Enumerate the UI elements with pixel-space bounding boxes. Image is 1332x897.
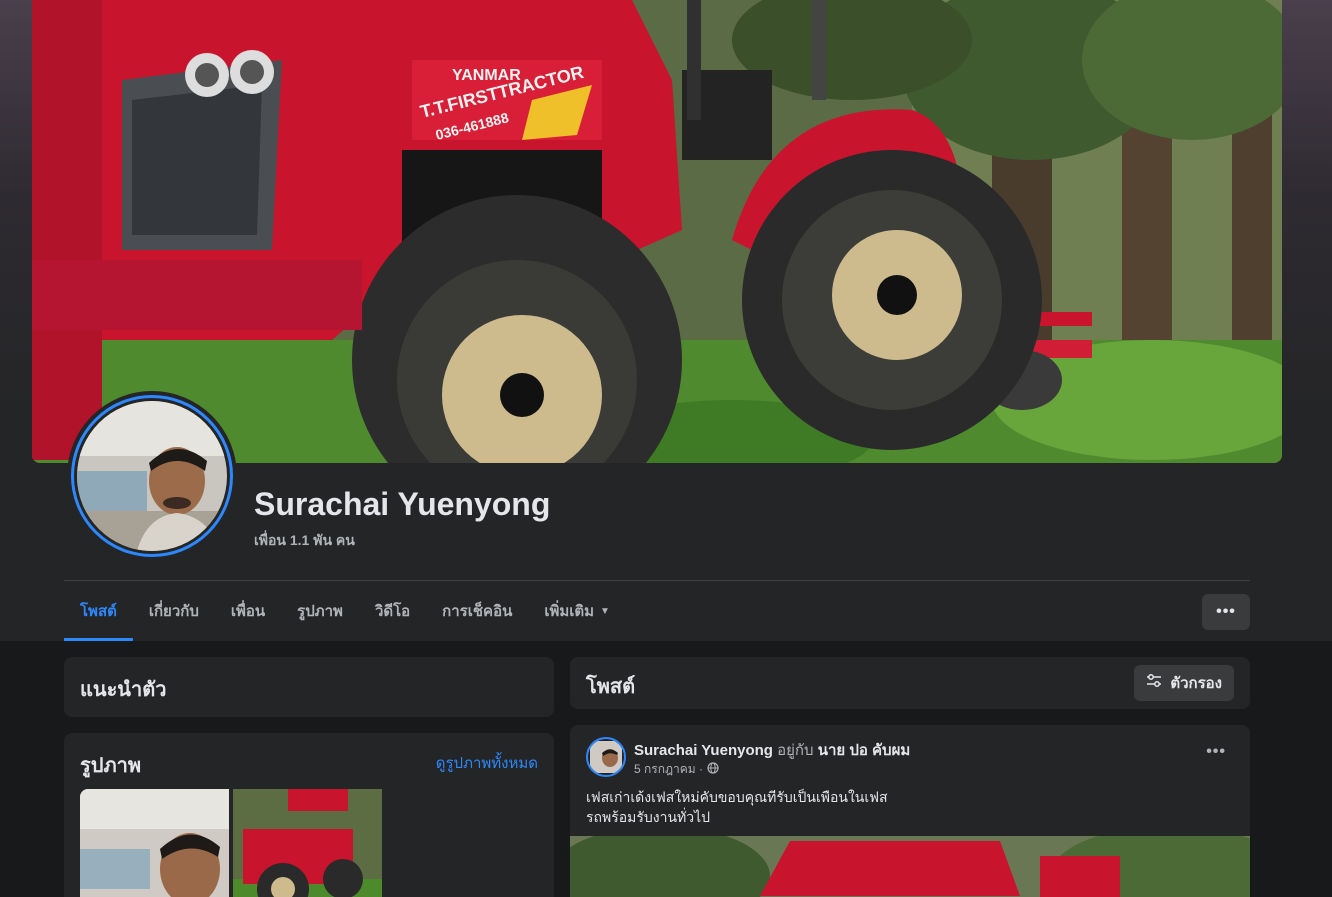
- posts-header-card: โพสต์ ตัวกรอง: [570, 657, 1250, 709]
- post-tagged-name[interactable]: นาย ปอ คับผม: [818, 742, 911, 759]
- friends-count-link[interactable]: เพื่อน 1.1 พัน คน: [254, 530, 355, 552]
- globe-icon: [707, 762, 719, 777]
- intro-title: แนะนำตัว: [80, 679, 167, 701]
- filter-label: ตัวกรอง: [1170, 675, 1222, 692]
- tab-posts-label: โพสต์: [80, 603, 117, 620]
- intro-card: แนะนำตัว: [64, 657, 554, 717]
- tab-friends-label: เพื่อน: [230, 603, 266, 620]
- post-with-text: อยู่กับ: [777, 742, 814, 759]
- tab-videos-label: วิดีโอ: [374, 603, 411, 620]
- post-author-name[interactable]: Surachai Yuenyong: [634, 742, 773, 759]
- post-date-text: 5 กรกฎาคม ·: [634, 762, 704, 776]
- photo-thumbnail[interactable]: [80, 789, 229, 897]
- profile-picture-image: [77, 401, 227, 551]
- post-card: Surachai Yuenyong อยู่กับ นาย ปอ คับผม 5…: [570, 725, 1250, 897]
- profile-name: Surachai Yuenyong: [254, 486, 551, 522]
- profile-more-button[interactable]: •••: [1202, 594, 1250, 630]
- tab-checkins-label: การเช็คอิน: [442, 603, 513, 620]
- post-timestamp[interactable]: 5 กรกฎาคม ·: [634, 760, 719, 779]
- cover-photo[interactable]: YANMAR T.T.FIRSTTRACTOR 036-461888: [32, 0, 1282, 463]
- filter-button[interactable]: ตัวกรอง: [1134, 665, 1234, 701]
- tab-friends[interactable]: เพื่อน: [215, 581, 281, 641]
- tab-videos[interactable]: วิดีโอ: [359, 581, 426, 641]
- post-text-line: รถพร้อมรับงานทั่วไป: [586, 809, 711, 825]
- tab-more[interactable]: เพิ่มเติม ▼: [528, 581, 626, 641]
- tab-about-label: เกี่ยวกับ: [148, 603, 199, 620]
- cover-photo-image: YANMAR T.T.FIRSTTRACTOR 036-461888: [32, 0, 1282, 463]
- photos-card: รูปภาพ ดูรูปภาพทั้งหมด: [64, 733, 554, 897]
- post-author-avatar[interactable]: [586, 737, 626, 777]
- tab-posts[interactable]: โพสต์: [64, 581, 133, 641]
- filter-sliders-icon: [1146, 673, 1162, 693]
- profile-picture[interactable]: [67, 391, 237, 561]
- photo-thumbnail[interactable]: [233, 789, 382, 897]
- post-header: Surachai Yuenyong อยู่กับ นาย ปอ คับผม: [634, 738, 910, 762]
- post-image[interactable]: [570, 836, 1250, 897]
- post-options-button[interactable]: •••: [1206, 743, 1226, 761]
- profile-tabs: โพสต์ เกี่ยวกับ เพื่อน รูปภาพ วิดีโอ การ…: [64, 581, 626, 641]
- tab-photos[interactable]: รูปภาพ: [281, 581, 359, 641]
- post-body: เฟสเก่าเด้งเฟสใหม่คับขอบคุณทีรับเป็นเพือ…: [586, 787, 888, 827]
- tab-photos-label: รูปภาพ: [297, 603, 343, 620]
- profile-picture-ring: [71, 395, 233, 557]
- photo-grid: [80, 789, 382, 897]
- tab-checkins[interactable]: การเช็คอิน: [426, 581, 528, 641]
- tab-more-label: เพิ่มเติม: [544, 603, 595, 620]
- post-text-line: เฟสเก่าเด้งเฟสใหม่คับขอบคุณทีรับเป็นเพือ…: [586, 789, 888, 805]
- see-all-photos-link[interactable]: ดูรูปภาพทั้งหมด: [436, 751, 538, 775]
- tab-about[interactable]: เกี่ยวกับ: [133, 581, 215, 641]
- caret-down-icon: ▼: [600, 605, 610, 617]
